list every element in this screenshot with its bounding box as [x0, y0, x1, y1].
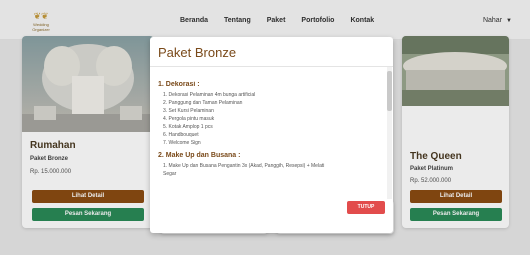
modal-title: Paket Bronze: [158, 45, 237, 60]
list-item: 2. Panggung dan Taman Pelaminan: [163, 100, 243, 106]
section-title: 1. Dekorasi :: [158, 81, 200, 88]
package-detail-modal: Paket Bronze 1. Dekorasi : 1. Dekorasi P…: [150, 37, 393, 233]
list-item: 1. Make Up dan Busana Pengantin 3x (Akad…: [163, 163, 325, 169]
list-item: 6. Handbouquet: [163, 132, 199, 138]
section-title: 2. Make Up dan Busana :: [158, 152, 241, 159]
list-item: 3. Set Kursi Pelaminan: [163, 108, 214, 114]
list-item: 7. Welcome Sign: [163, 140, 201, 146]
section-list: 1. Dekorasi Pelaminan 4m bunga artificia…: [163, 91, 384, 147]
list-item: 5. Kotak Amplop 1 pcs: [163, 124, 213, 130]
section-list: 1. Make Up dan Busana Pengantin 3x (Akad…: [163, 162, 384, 178]
list-item: Segar: [163, 171, 177, 177]
close-button[interactable]: TUTUP: [347, 201, 385, 214]
list-item: 1. Dekorasi Pelaminan 4m bunga artificia…: [163, 92, 256, 98]
modal-body[interactable]: 1. Dekorasi : 1. Dekorasi Pelaminan 4m b…: [158, 81, 384, 197]
list-item: 4. Pergola pintu masuk: [163, 116, 215, 122]
scrollbar-thumb[interactable]: [387, 71, 392, 111]
modal-divider: [150, 66, 393, 67]
